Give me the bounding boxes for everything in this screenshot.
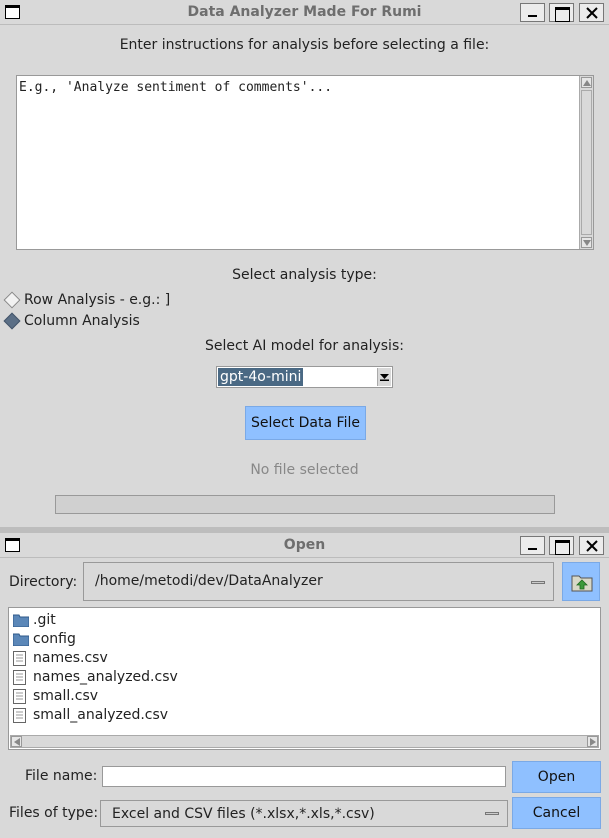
arrow-up-icon — [583, 80, 591, 86]
list-item-file[interactable]: names_analyzed.csv — [13, 668, 593, 687]
column-analysis-label[interactable]: Column Analysis — [24, 313, 140, 329]
file-list-scrollbar[interactable] — [10, 735, 599, 748]
close-icon — [586, 540, 598, 552]
arrow-left-icon — [14, 738, 20, 746]
model-selected-value: gpt-4o-mini — [218, 368, 304, 386]
file-list[interactable]: .git config names.csv names_analyzed.csv… — [8, 607, 601, 750]
directory-path: /home/metodi/dev/DataAnalyzer — [95, 573, 323, 589]
analysis-type-label: Select analysis type: — [232, 267, 377, 283]
model-dropdown-button[interactable] — [377, 368, 391, 386]
dialog-title: Open — [283, 537, 326, 553]
dropdown-indicator-icon — [531, 581, 545, 584]
analyzer-titlebar[interactable]: Data Analyzer Made For Rumi — [0, 0, 609, 25]
instructions-textarea[interactable]: E.g., 'Analyze sentiment of comments'... — [16, 75, 594, 250]
dropdown-indicator-icon — [485, 812, 499, 815]
file-icon — [13, 651, 26, 666]
file-name: config — [33, 631, 76, 647]
file-status-text: No file selected — [250, 462, 359, 478]
row-analysis-label[interactable]: Row Analysis - e.g.: ] — [24, 292, 170, 308]
close-button[interactable] — [579, 3, 604, 22]
close-button[interactable] — [579, 536, 604, 555]
chevron-down-icon — [380, 374, 389, 381]
window-title: Data Analyzer Made For Rumi — [187, 4, 422, 20]
scroll-right-button[interactable] — [587, 736, 598, 747]
column-analysis-radio[interactable] — [3, 312, 21, 330]
open-button[interactable]: Open — [512, 761, 601, 793]
scroll-thumb[interactable] — [581, 90, 592, 235]
analysis-progress-bar — [55, 495, 555, 514]
file-name: small_analyzed.csv — [33, 707, 169, 723]
file-type-value: Excel and CSV files (*.xlsx,*.xls,*.csv) — [112, 806, 375, 822]
maximize-button[interactable] — [549, 536, 574, 555]
arrow-right-icon — [590, 738, 596, 746]
analyzer-window: Data Analyzer Made For Rumi Enter instru… — [0, 0, 609, 527]
file-name: names.csv — [33, 650, 108, 666]
select-data-file-button[interactable]: Select Data File — [245, 406, 366, 440]
parent-directory-button[interactable] — [562, 562, 600, 601]
open-dialog: Open Directory: /home/metodi/dev/DataAna… — [0, 533, 609, 838]
model-label: Select AI model for analysis: — [205, 338, 404, 354]
row-analysis-radio[interactable] — [3, 291, 21, 309]
file-name-input[interactable] — [102, 766, 506, 787]
list-item-folder[interactable]: .git — [13, 611, 593, 630]
close-icon — [586, 7, 598, 19]
file-name-label: File name: — [25, 768, 98, 784]
files-of-type-label: Files of type: — [9, 805, 99, 821]
folder-icon — [13, 633, 29, 646]
open-dialog-titlebar[interactable]: Open — [0, 533, 609, 558]
directory-select[interactable]: /home/metodi/dev/DataAnalyzer — [83, 562, 554, 601]
file-icon — [13, 689, 26, 704]
list-item-folder[interactable]: config — [13, 630, 593, 649]
directory-label: Directory: — [9, 574, 78, 590]
cancel-button[interactable]: Cancel — [512, 797, 601, 829]
file-name: names_analyzed.csv — [33, 669, 178, 685]
arrow-down-icon — [583, 240, 591, 246]
list-item-file[interactable]: small.csv — [13, 687, 593, 706]
file-icon — [13, 708, 26, 723]
model-select[interactable]: gpt-4o-mini — [216, 366, 393, 388]
instructions-text[interactable]: E.g., 'Analyze sentiment of comments'... — [19, 80, 332, 95]
file-type-select[interactable]: Excel and CSV files (*.xlsx,*.xls,*.csv) — [100, 800, 508, 827]
folder-icon — [13, 614, 29, 627]
file-icon — [13, 670, 26, 685]
folder-up-icon — [571, 575, 593, 592]
minimize-button[interactable] — [520, 536, 545, 555]
file-name: .git — [33, 612, 56, 628]
file-name: small.csv — [33, 688, 99, 704]
list-item-file[interactable]: small_analyzed.csv — [13, 706, 593, 725]
instructions-scrollbar[interactable] — [579, 76, 593, 249]
instructions-label: Enter instructions for analysis before s… — [119, 37, 490, 53]
maximize-button[interactable] — [549, 3, 574, 22]
scroll-down-button[interactable] — [581, 237, 592, 248]
minimize-button[interactable] — [520, 3, 545, 22]
scroll-left-button[interactable] — [11, 736, 22, 747]
list-item-file[interactable]: names.csv — [13, 649, 593, 668]
scroll-up-button[interactable] — [581, 77, 592, 88]
